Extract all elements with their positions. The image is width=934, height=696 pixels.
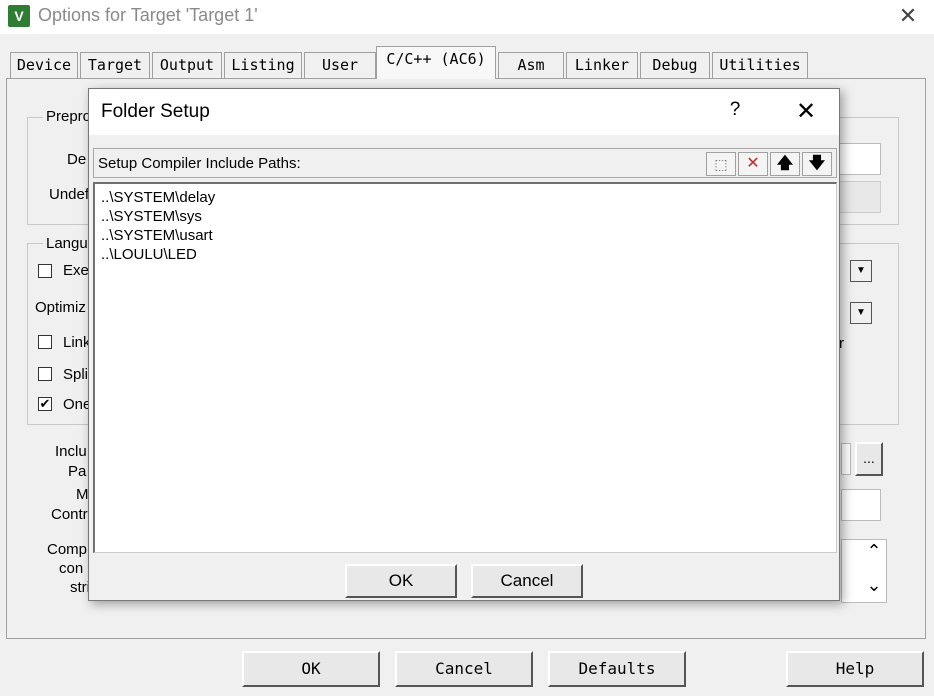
include-paths-label: Inclu [55, 443, 87, 460]
include-paths-input[interactable] [841, 443, 851, 475]
dialog-ok-button[interactable]: OK [345, 564, 457, 598]
window-titlebar: V Options for Target 'Target 1' ✕ [0, 0, 934, 34]
window-close-icon[interactable]: ✕ [892, 2, 924, 30]
optimization-label: Optimiz [35, 299, 86, 316]
list-item[interactable]: ..\SYSTEM\usart [101, 226, 213, 245]
list-item[interactable]: ..\LOULU\LED [101, 245, 197, 264]
link-label: Link [63, 334, 91, 351]
dialog-cancel-button[interactable]: Cancel [471, 564, 583, 598]
chevron-down-icon[interactable]: ▼ [850, 260, 872, 282]
language-group-label: Langu [43, 235, 91, 252]
folder-setup-dialog: Folder Setup ? ✕ Setup Compiler Include … [88, 88, 840, 601]
window-title: Options for Target 'Target 1' [38, 5, 258, 25]
preprocessor-group-label: Prepro [43, 108, 95, 125]
new-folder-icon[interactable]: ⬚ [706, 152, 736, 176]
compiler-control-label: Comp [47, 541, 88, 558]
misc-controls-label: M [76, 486, 89, 503]
defaults-button[interactable]: Defaults [548, 651, 686, 687]
tab-device[interactable]: Device [10, 52, 78, 78]
check-mark-icon: ✔ [39, 396, 51, 411]
tab-listing[interactable]: Listing [224, 52, 302, 78]
tab-cpp-ac6[interactable]: C/C++ (AC6) [376, 46, 496, 79]
include-paths-label-line2: Pa [68, 463, 87, 480]
tab-utilities[interactable]: Utilities [712, 52, 808, 78]
define-label: De [67, 151, 87, 168]
dialog-close-icon[interactable]: ✕ [789, 97, 823, 127]
tab-target[interactable]: Target [80, 52, 150, 78]
undefine-label: Undef [49, 186, 90, 203]
chevron-down-icon[interactable]: ▼ [850, 302, 872, 324]
link-checkbox[interactable] [38, 335, 52, 349]
include-path-list[interactable]: ..\SYSTEM\delay ..\SYSTEM\sys ..\SYSTEM\… [93, 182, 837, 553]
dialog-title: Folder Setup [101, 101, 210, 122]
split-label: Spli [63, 366, 89, 383]
delete-icon[interactable]: ✕ [738, 152, 768, 176]
include-paths-header-label: Setup Compiler Include Paths: [98, 155, 301, 172]
dialog-titlebar: Folder Setup ? ✕ [89, 89, 839, 135]
move-up-icon[interactable]: 🡅 [770, 152, 800, 176]
cancel-button[interactable]: Cancel [395, 651, 533, 687]
misc-controls-label-line2: Contr [51, 506, 88, 523]
keil-uvision-icon: V [8, 5, 30, 27]
include-paths-header: Setup Compiler Include Paths: ⬚ ✕ 🡅 🡇 [93, 148, 837, 178]
compiler-control-label-line2: con [59, 560, 84, 577]
move-down-icon[interactable]: 🡇 [802, 152, 832, 176]
compiler-control-label-line3: stri [70, 579, 90, 596]
execute-only-checkbox[interactable] [38, 264, 52, 278]
scroll-down-icon[interactable]: ⌄ [863, 575, 885, 597]
one-checkbox[interactable]: ✔ [38, 397, 52, 411]
split-checkbox[interactable] [38, 367, 52, 381]
list-item[interactable]: ..\SYSTEM\delay [101, 188, 215, 207]
scroll-up-icon[interactable]: ⌃ [863, 541, 885, 563]
tab-debug[interactable]: Debug [640, 52, 710, 78]
dialog-help-icon[interactable]: ? [723, 99, 747, 125]
execute-only-label: Exe [63, 262, 89, 279]
tab-linker[interactable]: Linker [566, 52, 638, 78]
browse-include-paths-button[interactable]: ... [855, 442, 883, 476]
ok-button[interactable]: OK [242, 651, 380, 687]
tab-user[interactable]: User [304, 52, 376, 78]
list-item[interactable]: ..\SYSTEM\sys [101, 207, 202, 226]
tab-output[interactable]: Output [152, 52, 222, 78]
help-button[interactable]: Help [786, 651, 924, 687]
misc-controls-input[interactable] [841, 489, 881, 521]
tab-asm[interactable]: Asm [498, 52, 564, 78]
